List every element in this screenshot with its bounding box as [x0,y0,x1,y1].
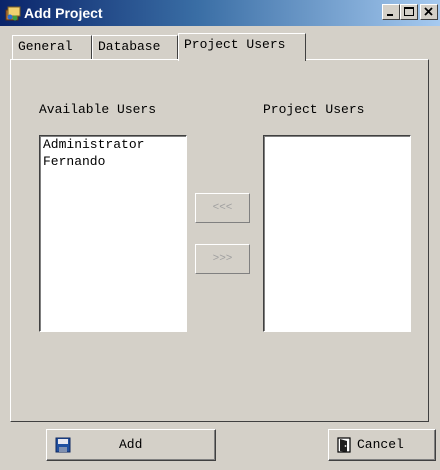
window-title: Add Project [24,5,103,21]
project-users-label: Project Users [263,102,365,117]
tab-general[interactable]: General [12,35,92,60]
tab-panel-project-users: Available Users Project Users Administra… [10,59,429,422]
close-icon [424,7,433,16]
save-disk-icon [55,437,71,453]
tab-project-users[interactable]: Project Users [178,33,306,61]
available-users-list[interactable]: Administrator Fernando [39,135,187,332]
close-button[interactable] [420,4,438,20]
app-project-icon [5,6,21,21]
add-button[interactable]: Add [46,429,216,461]
cancel-button[interactable]: Cancel [328,429,436,461]
add-project-dialog: Add Project General Database Project Use… [0,0,440,470]
title-bar[interactable]: Add Project [0,0,440,26]
list-item[interactable]: Fernando [40,153,186,170]
add-button-label: Add [119,437,143,452]
minimize-button[interactable] [382,4,400,20]
move-to-available-button[interactable]: <<< [195,193,250,223]
project-users-list[interactable] [263,135,411,332]
tab-database[interactable]: Database [92,35,178,60]
minimize-icon [387,14,393,16]
list-item[interactable]: Administrator [40,136,186,153]
move-to-project-button[interactable]: >>> [195,244,250,274]
cancel-button-label: Cancel [357,437,404,452]
maximize-button[interactable] [400,4,418,20]
available-users-label: Available Users [39,102,157,117]
exit-door-icon [337,437,351,453]
maximize-icon [404,7,414,16]
